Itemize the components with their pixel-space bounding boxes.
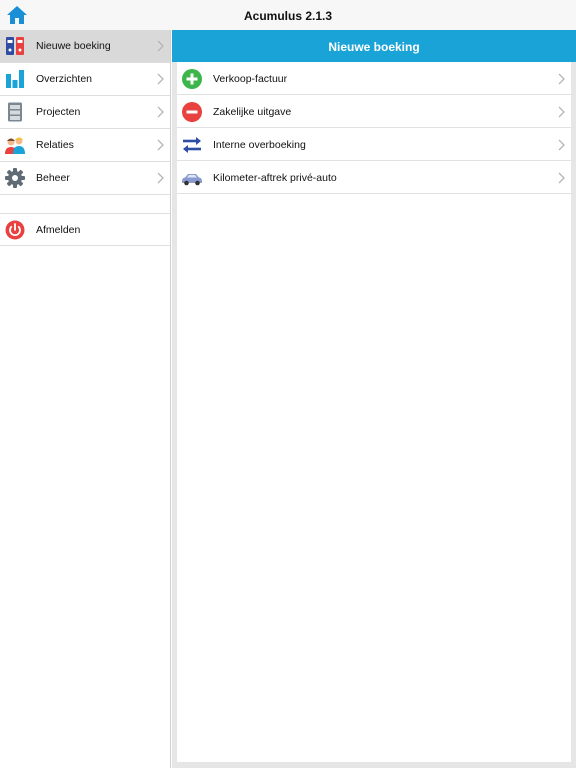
sidebar-item-label: Relaties — [36, 139, 74, 151]
top-bar: Acumulus 2.1.3 — [0, 0, 576, 30]
chevron-right-icon — [157, 171, 164, 184]
chevron-right-icon — [157, 72, 164, 85]
chevron-right-icon — [157, 138, 164, 151]
sidebar-item-nieuwe-boeking[interactable]: Nieuwe boeking — [0, 30, 170, 63]
sidebar-item-label: Nieuwe boeking — [36, 40, 111, 52]
sidebar-item-relaties[interactable]: Relaties — [0, 129, 170, 162]
sidebar-item-label: Beheer — [36, 172, 70, 184]
chevron-right-icon — [558, 105, 565, 118]
sidebar-item-label: Overzichten — [36, 73, 93, 85]
sidebar-item-label: Projecten — [36, 106, 81, 118]
page-title: Nieuwe boeking — [328, 40, 420, 54]
main-header: Nieuwe boeking — [172, 30, 576, 62]
sidebar-item-projecten[interactable]: Projecten — [0, 96, 170, 129]
binders-icon — [5, 36, 25, 56]
transfer-arrows-icon — [181, 134, 203, 156]
list-item-verkoop-factuur[interactable]: Verkoop-factuur — [177, 62, 571, 95]
cabinet-icon — [5, 102, 25, 122]
app-title: Acumulus 2.1.3 — [243, 9, 333, 23]
list-item-label: Interne overboeking — [213, 139, 306, 151]
plus-circle-icon — [181, 68, 203, 90]
list-item-zakelijke-uitgave[interactable]: Zakelijke uitgave — [177, 95, 571, 128]
list-item-label: Verkoop-factuur — [213, 73, 288, 85]
car-icon — [181, 167, 203, 189]
minus-circle-icon — [181, 101, 203, 123]
chevron-right-icon — [157, 39, 164, 52]
sidebar-item-overzichten[interactable]: Overzichten — [0, 63, 170, 96]
chevron-right-icon — [558, 72, 565, 85]
sidebar: Nieuwe boeking Overzichten Projecten Rel… — [0, 30, 171, 768]
gear-icon — [5, 168, 25, 188]
logout-button[interactable]: Afmelden — [0, 213, 170, 246]
list-item-interne-overboeking[interactable]: Interne overboeking — [177, 128, 571, 161]
bar-chart-icon — [5, 69, 25, 89]
booking-options-list: Verkoop-factuur Zakelijke uitgave Intern… — [177, 62, 571, 762]
chevron-right-icon — [157, 105, 164, 118]
chevron-right-icon — [558, 171, 565, 184]
list-item-label: Zakelijke uitgave — [213, 106, 292, 118]
logout-label: Afmelden — [36, 224, 81, 236]
list-item-kilometer-aftrek[interactable]: Kilometer-aftrek privé-auto — [177, 161, 571, 194]
main-panel: Nieuwe boeking Verkoop-factuur Zakelijke… — [172, 30, 576, 768]
power-icon — [5, 220, 25, 240]
people-icon — [5, 135, 25, 155]
sidebar-item-beheer[interactable]: Beheer — [0, 162, 170, 195]
list-item-label: Kilometer-aftrek privé-auto — [213, 172, 337, 184]
chevron-right-icon — [558, 138, 565, 151]
